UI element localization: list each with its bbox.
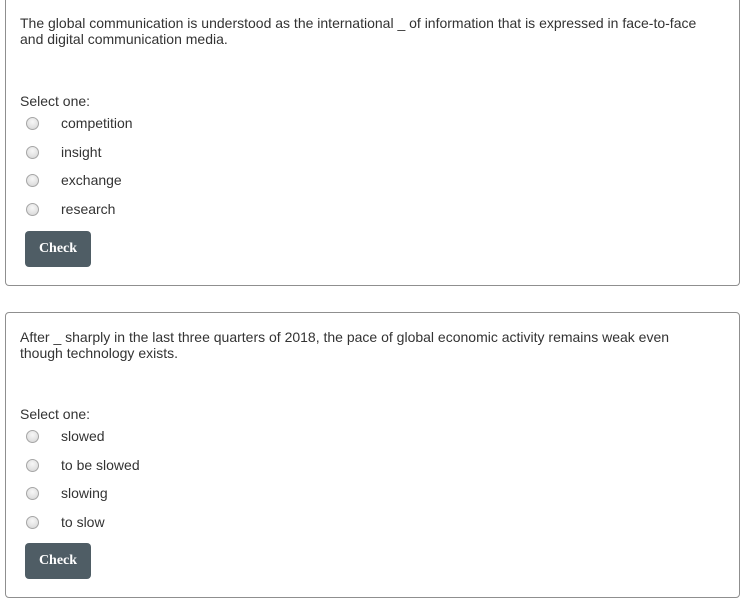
radio-button[interactable] [26,429,39,443]
question-text: The global communication is understood a… [20,15,697,47]
answer-option[interactable]: to slow [20,512,105,532]
radio-button[interactable] [26,515,39,529]
answer-option-label[interactable]: exchange [61,172,122,188]
answer-option-label[interactable]: competition [61,115,133,131]
answer-option-label[interactable]: to be slowed [61,457,140,473]
question-card-1: The global communication is understood a… [5,0,740,286]
answer-option[interactable]: slowed [20,426,105,446]
answer-option[interactable]: to be slowed [20,455,140,475]
question-card-2: After _ sharply in the last three quarte… [5,312,740,598]
select-one-label: Select one: [20,93,91,109]
radio-button[interactable] [26,145,39,159]
check-button[interactable]: Check [25,543,91,579]
answer-option[interactable]: competition [20,113,133,133]
answer-option-label[interactable]: to slow [61,514,105,530]
answer-option-label[interactable]: slowing [61,485,108,501]
radio-button[interactable] [26,202,39,216]
answer-option[interactable]: insight [20,142,101,162]
answer-option-label[interactable]: research [61,201,115,217]
answer-option[interactable]: research [20,199,115,219]
select-one-label: Select one: [20,406,91,422]
radio-button[interactable] [26,173,39,187]
check-button[interactable]: Check [25,231,91,267]
answer-option[interactable]: exchange [20,170,122,190]
radio-button[interactable] [26,486,39,500]
answer-option-label[interactable]: slowed [61,428,105,444]
question-text: After _ sharply in the last three quarte… [20,329,670,361]
answer-option[interactable]: slowing [20,483,108,503]
radio-button[interactable] [26,458,39,472]
radio-button[interactable] [26,116,39,130]
answer-option-label[interactable]: insight [61,144,101,160]
